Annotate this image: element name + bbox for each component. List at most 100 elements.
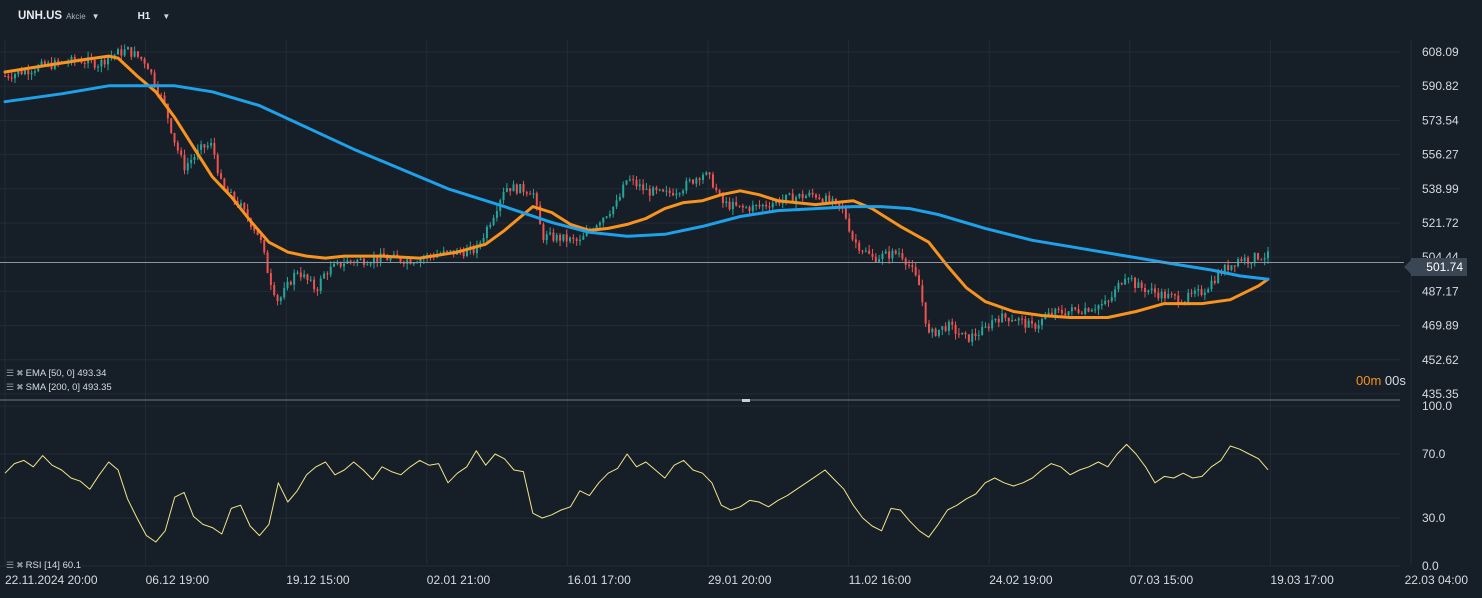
candle-body [559,234,562,241]
candle-body [283,287,286,298]
timeframe-selector[interactable]: H1 [138,11,151,22]
candle-body [884,251,887,254]
candle-body [529,193,532,195]
candle-body [100,59,103,67]
close-icon[interactable]: ✖ [16,382,24,393]
candle-body [23,70,26,75]
candle-body [997,318,1000,323]
candle-body [146,63,149,70]
time-tick-label: 22.03 04:00 [1405,573,1469,587]
candle-body [625,180,628,185]
candle-body [133,51,136,57]
candle-body [10,77,13,79]
candle-body [1167,293,1170,299]
candle-body [326,273,329,275]
sma-legend-label: SMA [200, 0] 493.35 [25,382,112,393]
candle-body [934,328,937,336]
candle-body [668,190,671,193]
settings-icon[interactable]: ☰ [6,382,14,393]
candle-body [615,200,618,207]
candle-body [602,217,605,223]
candle-body [505,188,508,192]
candle-body [1200,289,1203,296]
candle-body [203,144,206,148]
candle-body [1011,320,1014,322]
candle-body [359,258,362,260]
candle-body [598,222,601,226]
close-icon[interactable]: ✖ [16,560,24,571]
candle-body [117,49,120,55]
candle-body [1114,289,1117,298]
close-icon[interactable]: ✖ [16,368,24,379]
candle-body [1147,290,1150,292]
candle-body [848,218,851,232]
settings-icon[interactable]: ☰ [6,560,14,571]
candle-body [974,333,977,336]
candle-body [565,234,568,242]
candle-body [1217,272,1220,284]
candle-body [861,250,864,252]
time-tick-label: 16.01 17:00 [567,573,631,587]
candle-body [176,142,179,151]
candle-body [103,59,106,65]
candle-body [991,320,994,329]
time-tick-label: 06.12 19:00 [146,573,210,587]
time-tick-label: 07.03 15:00 [1130,573,1194,587]
rsi-legend[interactable]: ☰ ✖ RSI [14] 60.1 [6,560,81,571]
time-axis: 22.11.2024 20:00 06.12 19:00 19.12 15:00 02… [5,573,1468,587]
candle-body [485,226,488,239]
rsi-tick-label: 100.0 [1422,399,1452,413]
symbol-selector[interactable]: UNH.US [18,10,62,22]
candle-body [828,195,831,203]
candle-body [751,205,754,212]
candle-body [276,295,279,302]
candle-body [788,193,791,195]
candle-body [578,239,581,241]
symbol-dropdown-icon[interactable]: ▼ [92,12,100,21]
candle-body [924,302,927,324]
sma-legend[interactable]: ☰ ✖ SMA [200, 0] 493.35 [6,382,112,393]
candle-body [741,205,744,208]
candle-body [20,70,23,75]
candle-body [692,179,695,184]
ema-legend[interactable]: ☰ ✖ EMA [50, 0] 493.34 [6,368,106,379]
settings-icon[interactable]: ☰ [6,368,14,379]
candle-body [1077,309,1080,313]
candle-body [1210,280,1213,290]
candle-body [1134,277,1137,288]
candle-body [798,193,801,198]
candle-body [937,329,940,336]
candle-body [698,178,701,180]
price-tick-label: 469.89 [1422,319,1459,333]
candle-body [1170,293,1173,295]
candle-body [143,58,146,64]
candle-body [801,193,804,199]
pane-resize-handle[interactable] [742,399,750,402]
candle-body [771,203,774,208]
candle-body [293,272,296,285]
candle-body [220,173,223,179]
candle-body [449,250,452,252]
timeframe-dropdown-icon[interactable]: ▼ [162,12,170,21]
candle-body [868,250,871,254]
candle-body [1064,313,1067,316]
candle-body [1163,291,1166,299]
candle-body [343,263,346,267]
candle-body [492,217,495,225]
candle-body [1097,305,1100,310]
candle-body [851,231,854,240]
candle-body [635,179,638,187]
candle-body [1001,313,1004,323]
price-tick-label: 608.09 [1422,45,1459,59]
candle-body [515,184,518,194]
candle-body [1124,278,1127,285]
candle-body [971,333,974,342]
candle-body [1227,264,1230,271]
candle-body [489,224,492,227]
candle-body [1067,311,1070,316]
chart-canvas[interactable]: 608.09590.82573.54556.27538.99521.72504.… [0,0,1482,598]
candle-body [881,253,884,260]
candle-body [612,206,615,214]
candle-body [27,70,30,75]
candle-body [1203,292,1206,296]
